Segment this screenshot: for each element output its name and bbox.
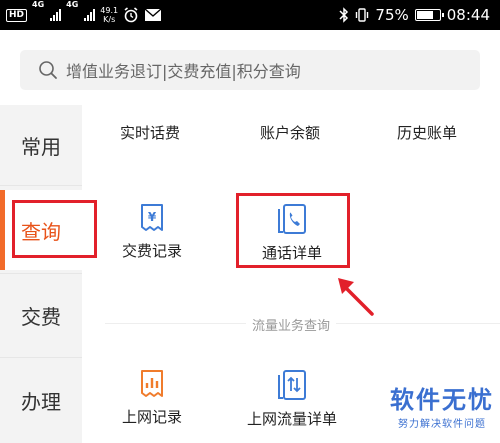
battery-percent: 75% [375,6,409,24]
sidebar-divider [0,185,82,186]
network-gen-2: 4G [66,0,79,9]
search-placeholder: 增值业务退订|交费充值|积分查询 [66,62,301,81]
watermark-title: 软件无忧 [390,386,494,414]
category-sidebar: 常用 查询 交费 办理 [0,105,82,443]
highlight-box-call-details [236,193,350,268]
speed-unit: K/s [103,15,116,24]
sidebar-item-payment[interactable]: 交费 [0,275,82,355]
tile-payment-records[interactable]: ¥ 交费记录 [92,202,212,261]
network-gen-1: 4G [32,0,45,9]
clock: 08:44 [446,6,490,24]
watermark-logo: 软件无忧 努力解决软件问题 [390,380,494,430]
link-realtime-fee[interactable]: 实时话费 [120,122,180,143]
traffic-section-title: 流量业务查询 [82,315,500,334]
sidebar-item-label: 常用 [21,134,61,159]
status-bar: HD 4G 4G 49.1 K/s 75% 08:44 [0,0,500,30]
watermark-subtitle: 努力解决软件问题 [398,419,486,430]
sidebar-divider [0,273,82,274]
data-detail-icon [278,370,306,400]
signal-2-icon [84,9,96,21]
tile-label: 交费记录 [121,242,182,260]
alarm-icon [124,7,138,23]
mail-icon [144,8,162,21]
sidebar-item-label: 交费 [21,304,61,329]
receipt-yen-icon: ¥ [141,204,163,231]
speed-value: 49.1 [100,6,119,15]
search-bar[interactable]: 增值业务退订|交费充值|积分查询 [20,50,480,90]
tile-data-records[interactable]: 上网记录 [92,368,212,427]
sidebar-item-label: 办理 [21,389,61,414]
query-top-links: 实时话费 账户余额 历史账单 [82,122,500,144]
hd-badge: HD [6,8,28,22]
section-title-text: 流量业务查询 [245,319,336,334]
link-bill-history[interactable]: 历史账单 [397,122,457,143]
sidebar-divider [0,357,82,358]
link-account-balance[interactable]: 账户余额 [260,122,320,143]
battery-icon [414,9,444,21]
sidebar-item-handle[interactable]: 办理 [0,360,82,440]
active-indicator [0,190,5,270]
search-icon [39,61,57,79]
bluetooth-icon [339,7,349,23]
network-speed: 49.1 K/s [100,6,118,24]
tile-label: 上网记录 [121,408,182,426]
vibrate-icon [356,8,369,22]
data-record-icon [141,370,163,397]
status-left: HD 4G 4G 49.1 K/s [6,0,162,30]
tile-label: 上网流量详单 [246,410,337,428]
svg-text:¥: ¥ [148,210,157,224]
sidebar-item-common[interactable]: 常用 [0,105,82,185]
highlight-box-query [12,200,97,258]
tile-data-details[interactable]: 上网流量详单 [232,368,352,429]
status-right: 75% 08:44 [339,0,490,30]
signal-1-icon [50,9,62,21]
battery-fill [416,11,433,19]
